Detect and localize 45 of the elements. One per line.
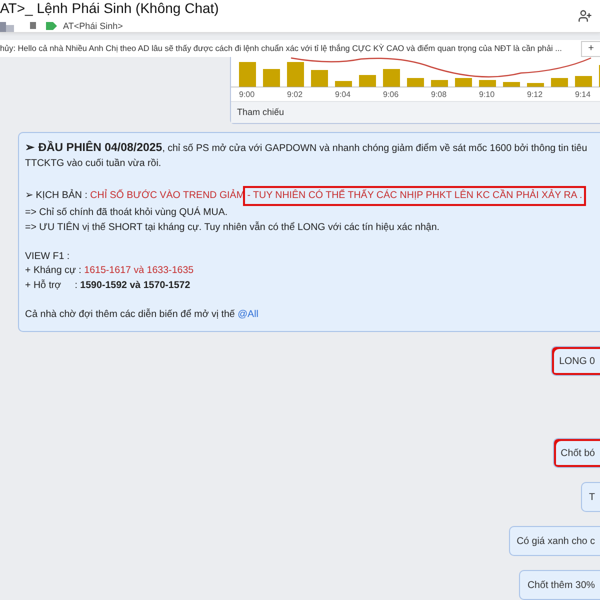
mention-link[interactable]: @All xyxy=(238,308,258,322)
chart-bar xyxy=(359,75,376,87)
message-text: VIEW F1 : xyxy=(25,250,70,264)
chat-title: AT>_ Lệnh Phái Sinh (Không Chat) xyxy=(0,0,219,16)
message-text: + Kháng cự : 1615-1617 và 1633-1635 xyxy=(25,264,194,278)
reply-message: T xyxy=(581,482,600,512)
reply-message: Có giá xanh cho c xyxy=(508,526,600,556)
time-label: 9:08 xyxy=(431,90,447,99)
add-member-icon[interactable] xyxy=(578,9,592,24)
time-label: 9:06 xyxy=(383,90,399,99)
time-label: 9:14 xyxy=(575,90,591,99)
chart-bar xyxy=(479,80,496,87)
group-tag: AT<Phái Sinh> xyxy=(63,21,123,32)
reply-message: Chốt bó xyxy=(552,438,600,468)
chart-bar xyxy=(455,78,472,87)
expand-button[interactable]: + xyxy=(581,40,600,57)
chart-bar xyxy=(503,82,520,87)
time-label: 9:02 xyxy=(287,90,303,99)
message-text: TTCKTG vào cuối tuần vừa rồi. xyxy=(25,156,162,170)
message-text: ➢ ĐẦU PHIÊN 04/08/2025, chỉ số PS mở cửa với GAPDOWN và nhanh chóng giảm điểm về sát mốc 1600 bởi thông tin tiêu xyxy=(25,141,588,156)
message-text: => ƯU TIÊN vị thế SHORT tại kháng cự. Tuy nhiên vẫn có thể LONG với các tín hiệu xác nhận. xyxy=(25,220,440,234)
time-label: 9:10 xyxy=(479,90,495,99)
chart-bar xyxy=(575,76,592,87)
chart-caption: Tham chiếu xyxy=(231,101,600,123)
chart-bar xyxy=(407,78,424,87)
chart-bar xyxy=(383,69,400,87)
time-label: 9:00 xyxy=(239,90,255,99)
chart-bar xyxy=(287,62,304,87)
time-label: 9:12 xyxy=(527,90,543,99)
pinned-message[interactable]: hủy: Hello cả nhà Nhiều Anh Chị theo AD lâu sẽ thấy được cách đi lệnh chuẩn xác với tỉ lệ thắng CỰC KỲ CAO và điểm quan trọng của NĐT là cần phải ... xyxy=(0,44,562,54)
reply-message: Chốt thêm 30% xyxy=(519,570,600,600)
message-text: + Hỗ trợ : 1590-1592 và 1570-1572 xyxy=(25,278,190,292)
chart-bar xyxy=(551,78,568,87)
chart-bar xyxy=(527,83,544,87)
chart-bar xyxy=(239,62,256,87)
time-label: 9:04 xyxy=(335,90,351,99)
highlight-box: - TUY NHIÊN CÓ THỂ THẤY CÁC NHỊP PHKT LÊN KC CẦN PHẢI XẢY RA . xyxy=(243,186,586,206)
reply-message: LONG 0 xyxy=(551,346,600,376)
chart-bar xyxy=(431,80,448,87)
message-text: => Chỉ số chính đã thoát khỏi vùng QUÁ MUA. xyxy=(25,206,228,220)
tag-icon xyxy=(46,22,57,30)
message-text: Cả nhà chờ đợi thêm các diễn biến để mở vị thế xyxy=(25,308,236,322)
chart-bar xyxy=(335,81,352,87)
chart-bar xyxy=(263,69,280,87)
chart-bar xyxy=(311,70,328,87)
